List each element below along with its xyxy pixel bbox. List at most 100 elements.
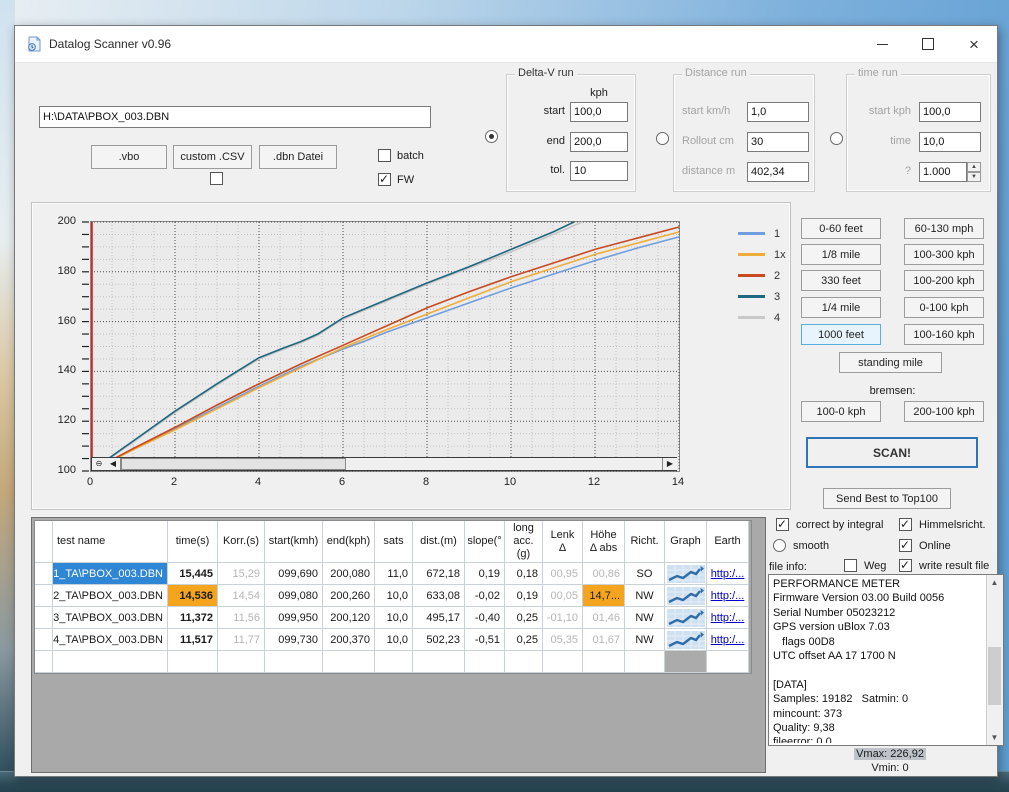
column-header[interactable]: slope(° (465, 521, 505, 563)
earth-link[interactable]: http:/... (711, 568, 745, 580)
column-header[interactable]: Korr.(s) (218, 521, 265, 563)
test-name-cell[interactable]: 4_TA\PBOX_003.DBN (53, 629, 168, 651)
dbn-datei-button[interactable]: .dbn Datei (259, 145, 337, 169)
custom-csv-button[interactable]: custom .CSV (173, 145, 252, 169)
preset-button-100-200-kph[interactable]: 100-200 kph (904, 270, 984, 291)
graph-cell[interactable] (665, 585, 707, 607)
row-selector[interactable] (35, 607, 53, 629)
test-name-cell[interactable]: 1_TA\PBOX_003.DBN (53, 563, 168, 585)
test-name-cell[interactable]: 3_TA\PBOX_003.DBN (53, 607, 168, 629)
column-header[interactable]: dist.(m) (413, 521, 465, 563)
end-kph-cell: 200,370 (323, 629, 375, 651)
scroll-up-icon[interactable]: ▲ (987, 575, 1002, 590)
scrollbar-thumb[interactable] (121, 458, 346, 470)
column-header[interactable] (35, 521, 53, 563)
chart-h-scrollbar[interactable]: ⊖ ◀ ▶ (91, 457, 677, 471)
batch-label: batch (397, 150, 424, 162)
column-header[interactable]: Richt. (625, 521, 665, 563)
preset-button-1000-feet[interactable]: 1000 feet (801, 324, 881, 345)
end-kph-input[interactable] (570, 132, 628, 152)
scroll-down-icon[interactable]: ▼ (987, 730, 1002, 745)
time-start-kph-input[interactable] (919, 102, 981, 122)
time-run-radio[interactable] (830, 132, 843, 145)
table-row-2[interactable]: 2_TA\PBOX_003.DBN14,53614,54099,080200,2… (35, 585, 751, 607)
row-selector[interactable] (35, 563, 53, 585)
preset-button-1-8-mile[interactable]: 1/8 mile (801, 244, 881, 265)
table-row-1[interactable]: 1_TA\PBOX_003.DBN15,44515,29099,690200,0… (35, 563, 751, 585)
column-header[interactable]: Graph (665, 521, 707, 563)
distance-m-input[interactable] (747, 162, 809, 182)
correct-by-integral-checkbox[interactable] (776, 518, 789, 531)
preset-button-1-4-mile[interactable]: 1/4 mile (801, 297, 881, 318)
column-header[interactable]: sats (375, 521, 413, 563)
column-header[interactable]: start(kmh) (265, 521, 323, 563)
vbo-button[interactable]: .vbo (91, 145, 167, 169)
preset-button-60-130-mph[interactable]: 60-130 mph (904, 218, 984, 239)
file-info-scrollbar[interactable]: ▲ ▼ (986, 575, 1003, 745)
preset-button-0-100-kph[interactable]: 0-100 kph (904, 297, 984, 318)
column-header[interactable]: long acc.(g) (505, 521, 543, 563)
himmelsricht-checkbox[interactable] (899, 518, 912, 531)
delta-v-run-radio[interactable] (485, 130, 498, 143)
earth-link[interactable]: http:/... (711, 612, 745, 624)
tol-input[interactable] (570, 161, 628, 181)
scroll-right-icon[interactable]: ▶ (662, 458, 677, 470)
hoehe-cell: 01,46 (583, 607, 625, 629)
preset-button-0-60-feet[interactable]: 0-60 feet (801, 218, 881, 239)
start-kmh-input[interactable] (747, 102, 809, 122)
file-path-input[interactable] (39, 106, 431, 128)
column-header[interactable]: Lenk Δ (543, 521, 583, 563)
scan-button[interactable]: SCAN! (806, 437, 978, 468)
time-cell: 11,372 (168, 607, 218, 629)
x-tick-label: 10 (497, 476, 523, 488)
earth-cell[interactable]: http:/... (707, 585, 749, 607)
online-checkbox[interactable] (899, 539, 912, 552)
earth-cell[interactable]: http:/... (707, 607, 749, 629)
file-info-scroll-thumb[interactable] (988, 647, 1001, 705)
csv-option-checkbox[interactable] (210, 172, 223, 185)
time-value-input[interactable] (919, 132, 981, 152)
brake-100-0-button[interactable]: 100-0 kph (801, 401, 881, 422)
earth-cell[interactable]: http:/... (707, 629, 749, 651)
earth-link[interactable]: http:/... (711, 634, 745, 646)
table-row-4[interactable]: 4_TA\PBOX_003.DBN11,51711,77099,730200,3… (35, 629, 751, 651)
brake-200-100-button[interactable]: 200-100 kph (904, 401, 984, 422)
start-kph-input[interactable] (570, 102, 628, 122)
weg-checkbox[interactable] (844, 559, 857, 572)
factor-input[interactable] (919, 162, 967, 182)
distance-m-label: distance m (682, 165, 735, 177)
row-selector[interactable] (35, 585, 53, 607)
send-best-button[interactable]: Send Best to Top100 (823, 488, 951, 509)
spinner-up-button[interactable]: ▲ (967, 162, 981, 172)
earth-link[interactable]: http:/... (711, 590, 745, 602)
rollout-cm-input[interactable] (747, 132, 809, 152)
zoom-out-icon[interactable]: ⊖ (92, 458, 107, 470)
maximize-button[interactable] (905, 26, 951, 62)
column-header[interactable]: time(s) (168, 521, 218, 563)
graph-cell[interactable] (665, 607, 707, 629)
batch-checkbox[interactable] (378, 149, 391, 162)
earth-cell[interactable]: http:/... (707, 563, 749, 585)
write-result-file-checkbox[interactable] (899, 559, 912, 572)
preset-button-100-160-kph[interactable]: 100-160 kph (904, 324, 984, 345)
spinner-down-button[interactable]: ▼ (967, 172, 981, 182)
smooth-radio[interactable] (773, 539, 786, 552)
row-selector[interactable] (35, 629, 53, 651)
preset-button-330-feet[interactable]: 330 feet (801, 270, 881, 291)
preset-button-100-300-kph[interactable]: 100-300 kph (904, 244, 984, 265)
column-header[interactable]: Earth (707, 521, 749, 563)
column-header[interactable]: end(kph) (323, 521, 375, 563)
minimize-button[interactable] (859, 26, 905, 62)
standing-mile-button[interactable]: standing mile (839, 352, 942, 373)
app-icon (26, 36, 42, 52)
graph-cell[interactable] (665, 563, 707, 585)
test-name-cell[interactable]: 2_TA\PBOX_003.DBN (53, 585, 168, 607)
table-row-3[interactable]: 3_TA\PBOX_003.DBN11,37211,56099,950200,1… (35, 607, 751, 629)
scroll-left-icon[interactable]: ◀ (106, 458, 121, 470)
fw-checkbox[interactable] (378, 173, 391, 186)
distance-run-radio[interactable] (656, 132, 669, 145)
column-header[interactable]: test name (53, 521, 168, 563)
column-header[interactable]: Höhe Δ abs (583, 521, 625, 563)
graph-cell[interactable] (665, 629, 707, 651)
close-button[interactable]: × (951, 26, 997, 62)
